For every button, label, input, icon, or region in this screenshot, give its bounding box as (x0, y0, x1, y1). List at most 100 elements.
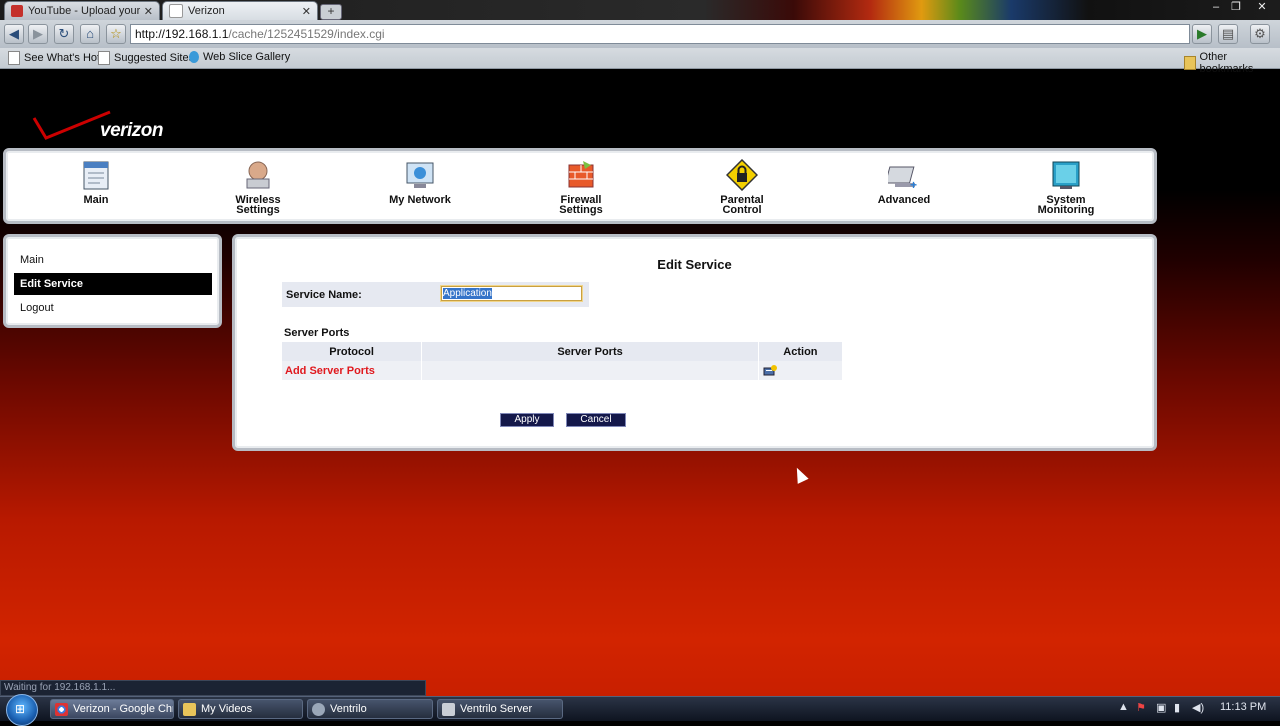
svg-text:+: + (910, 178, 917, 191)
nav-my-network[interactable]: My Network (370, 159, 470, 206)
task-my-videos[interactable]: My Videos (178, 699, 303, 719)
back-icon[interactable]: ◀ (4, 24, 24, 44)
apply-button[interactable]: Apply (500, 413, 554, 427)
service-name-row: Service Name: Application (282, 282, 589, 307)
column-action: Action (758, 342, 844, 361)
tab-verizon[interactable]: Verizon ✕ (162, 1, 318, 20)
nav-label: Settings (236, 204, 280, 216)
windows-logo-icon: ⊞ (15, 702, 26, 716)
youtube-favicon-icon (11, 5, 23, 17)
nav-label: Monitoring (1037, 204, 1095, 216)
tab-youtube[interactable]: YouTube - Upload your v... ✕ (4, 1, 160, 20)
url-path: /cache/1252451529/index.cgi (228, 27, 385, 41)
other-bookmarks[interactable]: Other bookmarks (1184, 51, 1280, 75)
bookmark-label: Suggested Sites (114, 52, 195, 64)
display-icon[interactable]: ▣ (1156, 701, 1166, 714)
close-tab-icon[interactable]: ✕ (302, 5, 311, 18)
column-protocol: Protocol (282, 342, 423, 361)
maximize-icon[interactable]: ❐ (1226, 0, 1246, 14)
reload-icon[interactable]: ↻ (54, 24, 74, 44)
page-icon (8, 51, 20, 65)
start-button[interactable]: ⊞ (6, 694, 38, 726)
nav-system-monitoring[interactable]: System Monitoring (1016, 159, 1116, 216)
edit-service-panel: Edit Service Service Name: Application S… (232, 234, 1157, 451)
action-center-icon[interactable]: ⚑ (1136, 701, 1146, 714)
forward-icon[interactable]: ▶ (28, 24, 48, 44)
bookmark-suggested-sites[interactable]: Suggested Sites (98, 51, 194, 65)
page-title: Edit Service (657, 257, 732, 272)
nav-main[interactable]: Main (46, 159, 146, 206)
bookmark-label: Web Slice Gallery (203, 51, 291, 63)
home-icon[interactable]: ⌂ (80, 24, 100, 44)
nav-advanced[interactable]: + Advanced (854, 159, 954, 206)
browser-toolbar: ◀ ▶ ↻ ⌂ ☆ http://192.168.1.1/cache/12524… (0, 20, 1280, 49)
browser-tab-strip: YouTube - Upload your v... ✕ Verizon ✕ +… (0, 0, 1280, 20)
browser-status-bar: Waiting for 192.168.1.1... (0, 680, 426, 696)
wireless-icon (242, 159, 274, 191)
service-name-label: Service Name: (286, 289, 362, 301)
nav-label: Control (722, 204, 762, 216)
page-menu-icon[interactable]: ▤ (1218, 24, 1238, 44)
clock[interactable]: 11:13 PM (1220, 701, 1266, 713)
nav-firewall-settings[interactable]: Firewall Settings (531, 159, 631, 216)
sidebar-item-main[interactable]: Main (14, 249, 212, 271)
folder-icon (183, 703, 196, 716)
minimize-icon[interactable]: – (1206, 0, 1226, 14)
other-bookmarks-label: Other bookmarks (1199, 51, 1254, 75)
ports-cell (421, 361, 759, 380)
nav-wireless-settings[interactable]: Wireless Settings (208, 159, 308, 216)
service-name-input[interactable]: Application (441, 286, 582, 301)
task-verizon-chrome[interactable]: Verizon - Google Chr... (50, 699, 174, 719)
task-ventrilo-server[interactable]: Ventrilo Server (437, 699, 563, 719)
task-label: Verizon - Google Chr... (73, 703, 174, 715)
address-bar[interactable]: http://192.168.1.1/cache/1252451529/inde… (130, 24, 1190, 44)
table-row: Add Server Ports (282, 361, 844, 380)
show-hidden-icons-icon[interactable]: ▲ (1118, 701, 1129, 713)
nav-parental-control[interactable]: Parental Control (692, 158, 792, 216)
close-tab-icon[interactable]: ✕ (144, 5, 153, 18)
volume-icon[interactable]: ◀) (1192, 701, 1204, 714)
table-header-row: Protocol Server Ports Action (282, 342, 844, 361)
cancel-button[interactable]: Cancel (566, 413, 626, 427)
nav-label: My Network (389, 194, 451, 206)
close-window-icon[interactable]: ✕ (1252, 0, 1272, 14)
windows-taskbar: ⊞ Verizon - Google Chr... My Videos Vent… (0, 694, 1280, 726)
sidebar-item-edit-service[interactable]: Edit Service (14, 273, 212, 295)
task-label: Ventrilo (330, 703, 367, 715)
sidebar-item-logout[interactable]: Logout (14, 297, 212, 319)
bookmark-see-whats-hot[interactable]: See What's Hot (8, 51, 100, 65)
bookmark-star-icon[interactable]: ☆ (106, 24, 126, 44)
window-icon (442, 703, 455, 716)
nav-label: Main (83, 194, 109, 206)
task-ventrilo[interactable]: Ventrilo (307, 699, 433, 719)
verizon-logo: verizon (32, 110, 182, 146)
tab-label: YouTube - Upload your v... (28, 5, 140, 17)
bookmarks-bar: See What's Hot Suggested Sites Web Slice… (0, 48, 1280, 75)
parental-lock-icon (725, 158, 759, 192)
advanced-icon: + (884, 159, 920, 192)
go-icon[interactable]: ▶ (1192, 24, 1212, 44)
bookmark-web-slice-gallery[interactable]: Web Slice Gallery (189, 51, 290, 63)
network-icon (404, 159, 436, 191)
wrench-menu-icon[interactable]: ⚙ (1250, 24, 1270, 44)
sidebar-menu: Main Edit Service Logout (3, 234, 222, 328)
page-favicon-icon (169, 4, 183, 18)
chrome-icon (55, 703, 68, 716)
page-icon (98, 51, 110, 65)
network-signal-icon[interactable]: ▮ (1174, 701, 1180, 714)
action-cell (758, 361, 844, 380)
add-server-ports-link[interactable]: Add Server Ports (285, 365, 375, 377)
mouse-cursor-icon (791, 465, 809, 484)
new-tab-button[interactable]: + (320, 4, 342, 20)
main-icon (80, 159, 112, 191)
add-cell: Add Server Ports (282, 361, 423, 380)
service-name-value: Application (443, 288, 492, 299)
monitor-icon (1050, 159, 1082, 191)
server-ports-table: Protocol Server Ports Action Add Server … (282, 342, 844, 380)
server-ports-heading: Server Ports (284, 327, 350, 339)
firewall-icon (565, 159, 597, 191)
tab-label: Verizon (188, 5, 225, 17)
add-action-icon[interactable] (763, 364, 777, 377)
folder-icon (1184, 56, 1196, 70)
task-label: My Videos (201, 703, 253, 715)
